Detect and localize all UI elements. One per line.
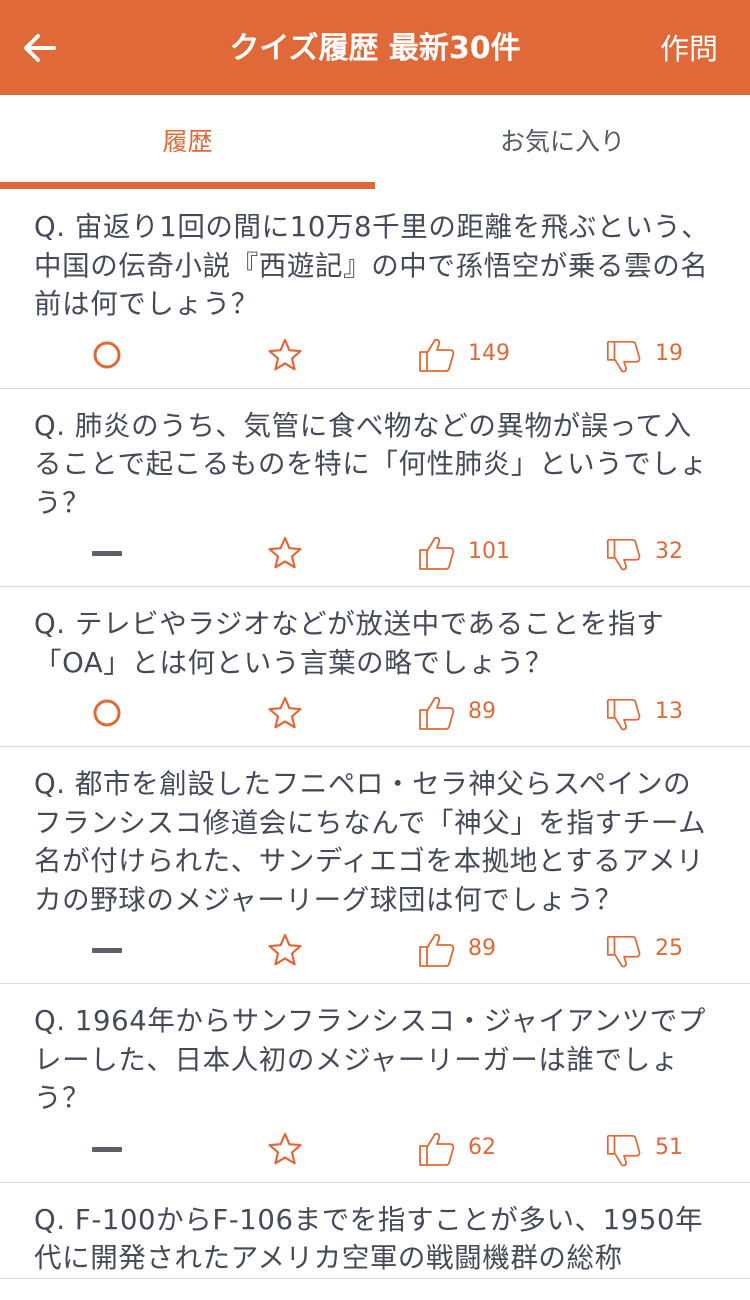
compose-quiz-button[interactable]: 作問 <box>660 28 718 70</box>
thumbs-down-icon[interactable] <box>604 536 642 574</box>
star-icon[interactable] <box>266 1131 304 1167</box>
quiz-history-list[interactable]: Q. 宙返り1回の間に10万8千里の距離を飛ぶという、中国の伝奇小説『西遊記』の… <box>0 190 750 1279</box>
like-count: 62 <box>468 1134 496 1160</box>
thumbs-up-icon[interactable] <box>416 694 456 732</box>
thumbs-down-icon[interactable] <box>604 338 642 376</box>
list-item[interactable]: Q. テレビやラジオなどが放送中であることを指す「OA」とは何という言葉の略でし… <box>0 587 750 747</box>
thumbs-down-icon[interactable] <box>604 1132 642 1170</box>
question-text: Q. 都市を創設したフニペロ・セラ神父らスペインのフランシスコ修道会にちなんで「… <box>34 768 707 916</box>
star-icon[interactable] <box>266 337 304 373</box>
list-item[interactable]: Q. 肺炎のうち、気管に食べ物などの異物が誤って入ることで起こるものを特に「何性… <box>0 389 750 587</box>
tab-bar: 履歴 お気に入り <box>0 95 750 190</box>
thumbs-down-icon[interactable] <box>604 933 642 971</box>
star-icon[interactable] <box>266 695 304 731</box>
tab-favorites[interactable]: お気に入り <box>375 125 750 159</box>
app-header: クイズ履歴 最新30件 作問 <box>0 0 750 95</box>
item-meta: 101 32 <box>0 522 750 586</box>
dislike-count: 19 <box>655 340 683 366</box>
active-tab-indicator <box>0 182 375 189</box>
dislike-count: 32 <box>655 539 683 564</box>
question-text: Q. 宙返り1回の間に10万8千里の距離を飛ぶという、中国の伝奇小説『西遊記』の… <box>34 211 710 320</box>
question-text: Q. 1964年からサンフランシスコ・ジャイアンツでプレーした、日本人初のメジャ… <box>34 1005 707 1114</box>
tab-history[interactable]: 履歴 <box>0 125 375 159</box>
correct-circle-icon <box>93 341 121 368</box>
thumbs-up-icon[interactable] <box>416 1130 456 1168</box>
dislike-count: 51 <box>655 1134 683 1160</box>
dislike-count: 25 <box>655 936 683 961</box>
question-text: Q. 肺炎のうち、気管に食べ物などの異物が誤って入ることで起こるものを特に「何性… <box>34 409 708 519</box>
unanswered-dash-icon <box>92 551 122 556</box>
thumbs-up-icon[interactable] <box>416 534 456 572</box>
star-icon[interactable] <box>266 932 304 968</box>
thumbs-down-icon[interactable] <box>604 696 642 734</box>
unanswered-dash-icon <box>92 948 122 953</box>
item-meta: 149 19 <box>0 324 750 388</box>
question-text: Q. F-100からF-106までを指すことが多い、1950年代に開発されたアメ… <box>34 1203 704 1275</box>
like-count: 149 <box>468 340 510 366</box>
list-item[interactable]: Q. 1964年からサンフランシスコ・ジャイアンツでプレーした、日本人初のメジャ… <box>0 984 750 1183</box>
question-text: Q. テレビやラジオなどが放送中であることを指す「OA」とは何という言葉の略でし… <box>34 608 665 679</box>
list-item[interactable]: Q. 都市を創設したフニペロ・セラ神父らスペインのフランシスコ修道会にちなんで「… <box>0 747 750 984</box>
like-count: 89 <box>468 699 496 724</box>
correct-circle-icon <box>93 699 121 727</box>
page-title: クイズ履歴 最新30件 <box>229 31 521 66</box>
thumbs-up-icon[interactable] <box>416 336 456 374</box>
dislike-count: 13 <box>655 699 683 724</box>
item-meta: 62 51 <box>0 1118 750 1182</box>
list-item[interactable]: Q. F-100からF-106までを指すことが多い、1950年代に開発されたアメ… <box>0 1183 750 1279</box>
list-item[interactable]: Q. 宙返り1回の間に10万8千里の距離を飛ぶという、中国の伝奇小説『西遊記』の… <box>0 190 750 389</box>
like-count: 89 <box>468 936 496 961</box>
like-count: 101 <box>468 539 510 564</box>
thumbs-up-icon[interactable] <box>416 931 456 969</box>
star-icon[interactable] <box>266 535 304 571</box>
unanswered-dash-icon <box>92 1146 122 1152</box>
item-meta: 89 25 <box>0 919 750 983</box>
item-meta: 89 13 <box>0 682 750 746</box>
